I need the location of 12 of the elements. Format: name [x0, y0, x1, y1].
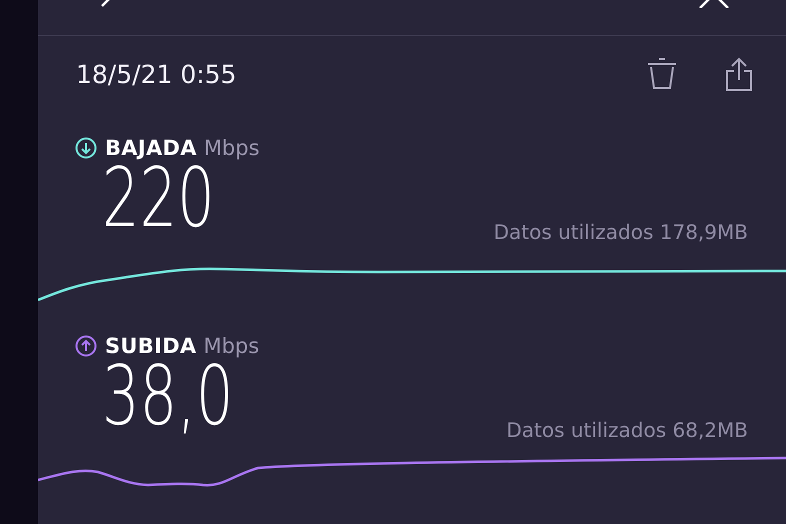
speed-value: 220	[102, 158, 215, 240]
close-icon[interactable]	[698, 0, 730, 8]
metric-label: SUBIDA	[105, 334, 196, 358]
unit-label: Mbps	[204, 136, 260, 160]
data-used: Datos utilizados 68,2MB	[506, 418, 748, 442]
data-used: Datos utilizados 178,9MB	[494, 220, 748, 244]
test-date: 18/5/21 0:55	[76, 60, 238, 88]
metric-label: BAJADA	[105, 136, 197, 160]
unit-label: Mbps	[203, 334, 260, 358]
speed-value: 38,0	[102, 356, 234, 438]
trash-icon[interactable]	[646, 57, 678, 91]
share-icon[interactable]	[724, 56, 754, 92]
